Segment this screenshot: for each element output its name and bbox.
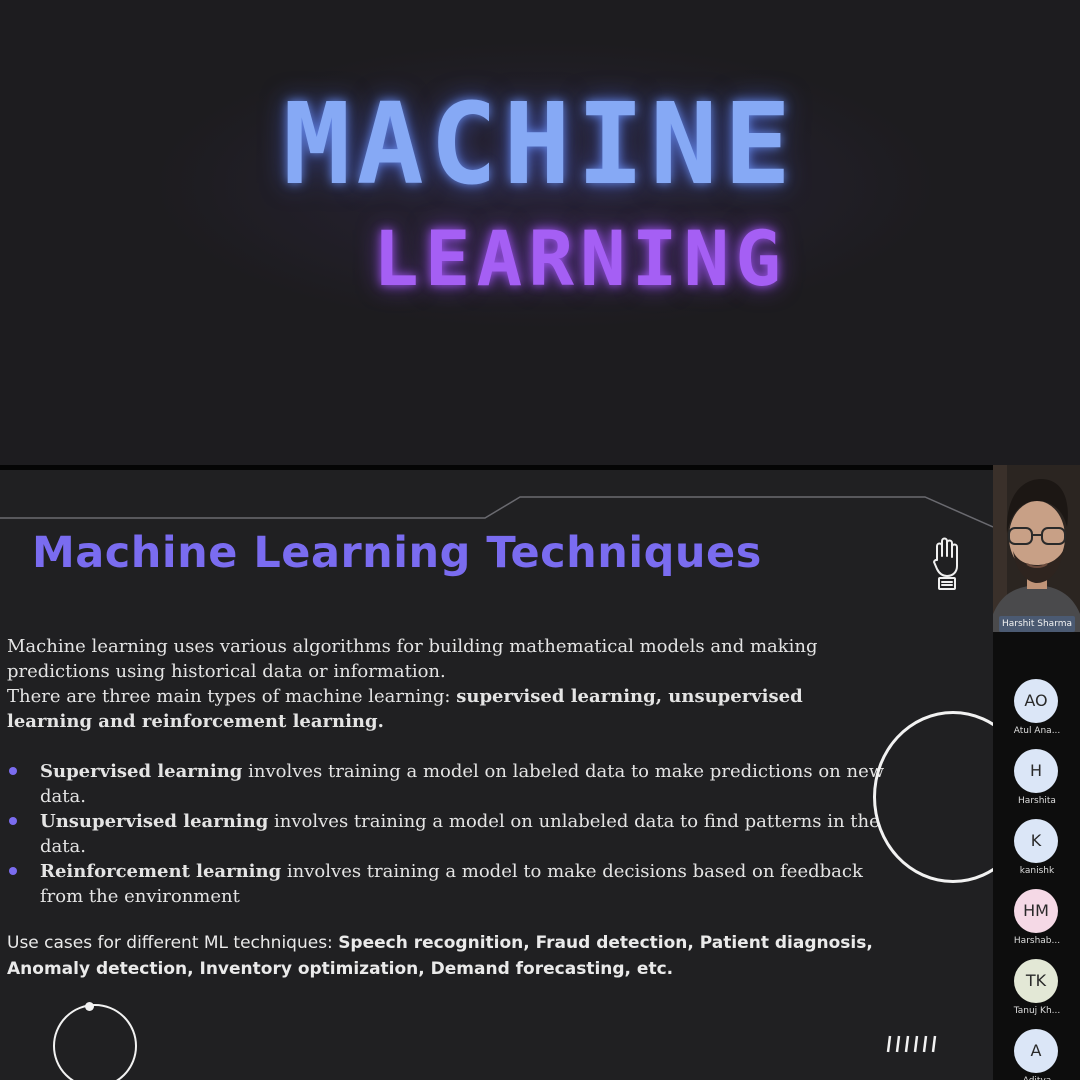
participants-panel: Harshit Sharma AO Atul Ana... H Harshita Kka… [993,465,1080,1080]
avatar: AO [1014,679,1058,723]
decorative-ring-small [53,1004,137,1080]
participant-name: Harshab... [1013,936,1061,946]
slide-top-line [0,496,993,528]
presenter-name-tag: Harshit Sharma [999,616,1076,632]
participant-name: kanishk [1019,866,1055,876]
participant-tile[interactable]: HM Harshab... [993,889,1080,951]
use-cases: Use cases for different ML techniques: S… [7,933,873,979]
presenter-video[interactable]: Harshit Sharma [993,465,1080,632]
list-item: Supervised learning involves training a … [7,759,887,809]
hero-title-line2: LEARNING [372,214,788,303]
intro-paragraph: Machine learning uses various algorithms… [7,636,818,732]
avatar: K [1014,819,1058,863]
hero-banner: MACHINE LEARNING [0,0,1080,465]
raised-hand-icon [933,537,958,590]
technique-list: Supervised learning involves training a … [7,759,887,909]
bullet-dot [9,767,17,775]
list-item: Reinforcement learning involves training… [7,859,887,909]
participant-name: Atul Ana... [1013,726,1061,736]
shared-slide: Machine Learning Techniques Machine lear… [0,470,993,1080]
decorative-dot [85,1002,94,1011]
participant-tile[interactable]: TK Tanuj Kh... [993,959,1080,1021]
decorative-stripes [886,1035,937,1053]
slide-title: Machine Learning Techniques [32,528,762,578]
participant-tile[interactable]: Kkanishk [993,819,1080,881]
participant-tile[interactable]: H Harshita [993,749,1080,811]
decorative-ring [873,711,993,883]
participant-name: Harshita [1018,796,1056,806]
participant-tile[interactable]: AO Atul Ana... [993,679,1080,741]
avatar: HM [1014,889,1058,933]
participant-name: Tanuj Kh... [1013,1006,1061,1016]
bullet-dot [9,817,17,825]
list-item: Unsupervised learning involves training … [7,809,887,859]
avatar: H [1014,749,1058,793]
avatar: TK [1014,959,1058,1003]
participant-tile[interactable]: A Aditya [993,1029,1080,1080]
presenter-video-frame [993,465,1080,632]
slide-body: Machine learning uses various algorithms… [7,634,887,909]
participant-name: Aditya [997,1076,1077,1080]
avatar: A [1014,1029,1058,1073]
bullet-dot [9,867,17,875]
hero-title-line1: MACHINE [282,80,797,210]
